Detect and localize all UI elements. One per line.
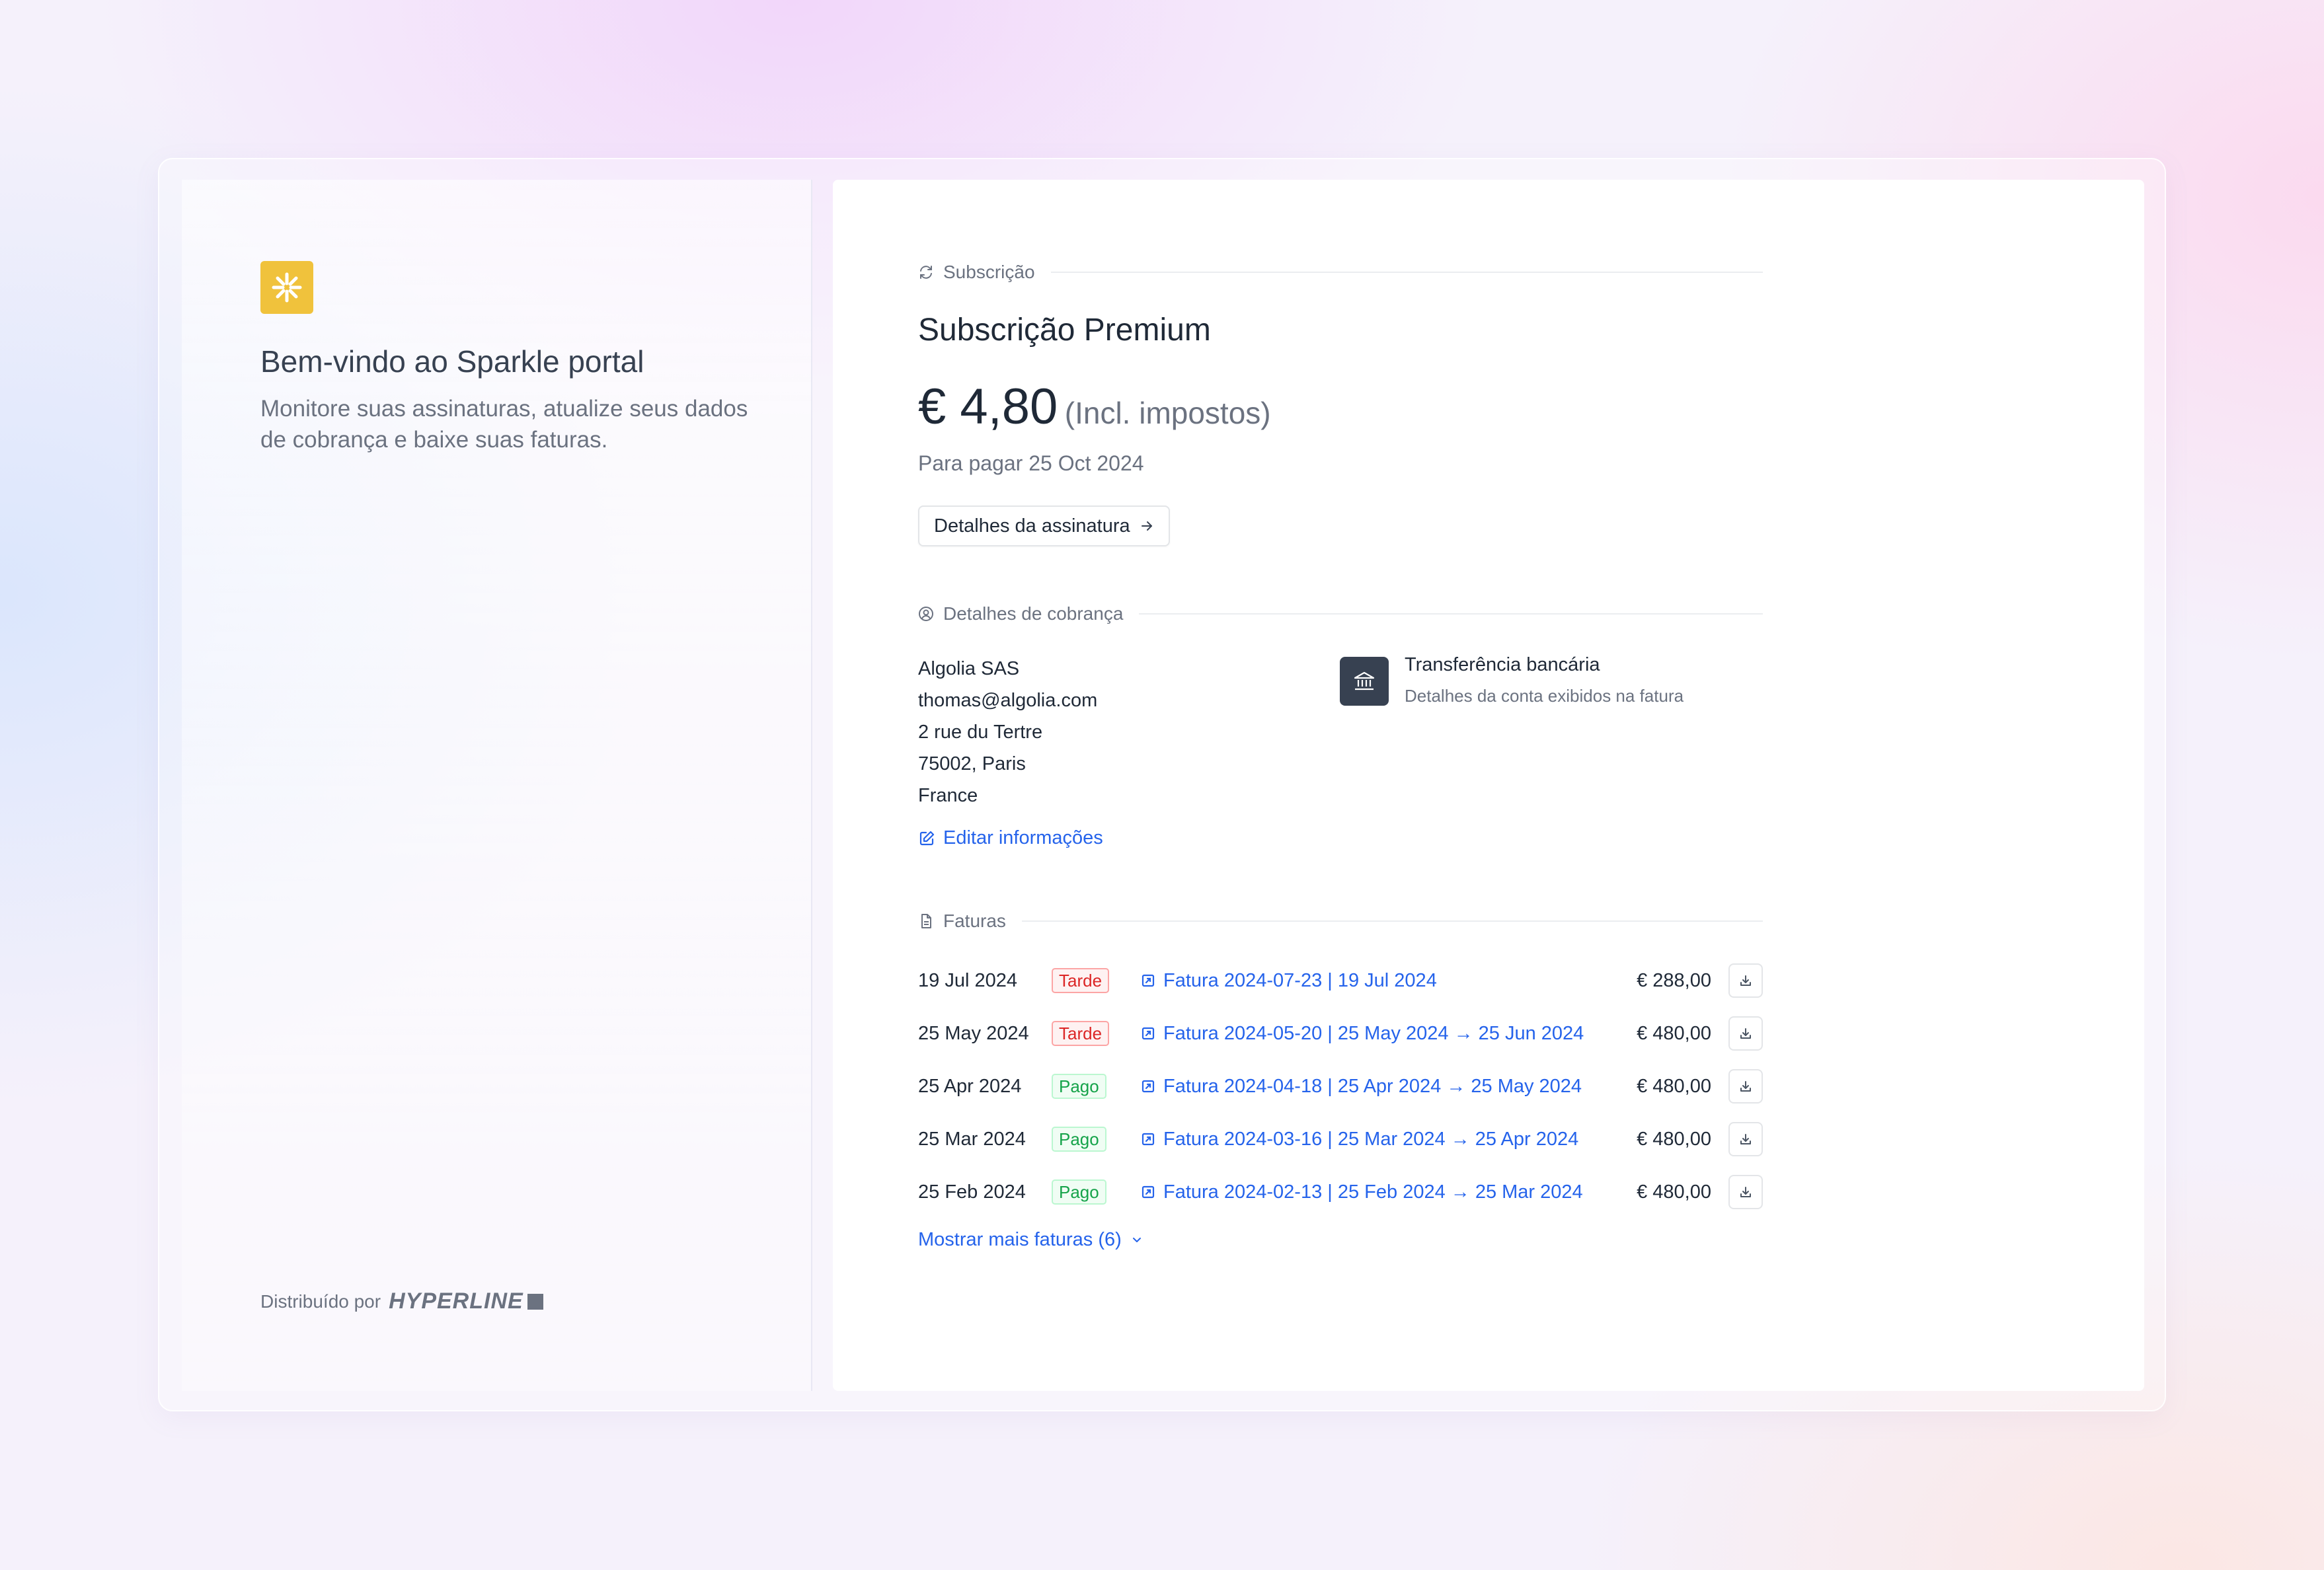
edit-icon <box>919 831 935 845</box>
status-badge: Pago <box>1052 1179 1106 1205</box>
external-link-icon <box>1142 1185 1155 1199</box>
billing-country: France <box>918 785 978 806</box>
status-badge: Tarde <box>1052 1021 1110 1046</box>
invoices-section-header: Faturas <box>918 911 1763 932</box>
payment-method-title: Transferência bancária <box>1405 654 1600 675</box>
status-badge: Pago <box>1052 1074 1106 1099</box>
invoice-amount: € 480,00 <box>1637 1128 1711 1150</box>
invoice-row: 19 Jul 2024 Tarde Fatura 2024-07-23 | 19… <box>918 962 1763 999</box>
external-link-icon <box>1142 974 1155 987</box>
invoice-date: 25 May 2024 <box>918 1022 1029 1044</box>
chevron-down-icon <box>1132 1237 1141 1242</box>
powered-by-label: Distribuído por <box>260 1290 381 1312</box>
download-button[interactable] <box>1728 963 1763 998</box>
invoice-row: 25 Apr 2024 Pago Fatura 2024-04-18 | 25 … <box>918 1068 1763 1105</box>
sparkle-icon <box>272 272 302 303</box>
invoice-row: 25 Mar 2024 Pago Fatura 2024-03-16 | 25 … <box>918 1121 1763 1158</box>
billing-address: Algolia SAS thomas@algolia.com 2 rue du … <box>918 653 1097 811</box>
billing-section-label: Detalhes de cobrança <box>943 603 1124 624</box>
invoice-amount: € 480,00 <box>1637 1075 1711 1097</box>
subscription-section-header: Subscrição <box>918 262 1763 283</box>
section-divider <box>1021 920 1763 922</box>
subscription-price: € 4,80 (Incl. impostos) <box>918 378 1271 435</box>
refresh-icon <box>918 264 934 280</box>
due-date: Para pagar 25 Oct 2024 <box>918 451 1144 475</box>
invoice-row: 25 Feb 2024 Pago Fatura 2024-02-13 | 25 … <box>918 1174 1763 1211</box>
download-icon <box>1740 1081 1751 1092</box>
download-button[interactable] <box>1728 1016 1763 1051</box>
external-link-icon <box>1142 1133 1155 1146</box>
hyperline-logo: HYPERLINE <box>389 1289 543 1314</box>
sparkle-logo <box>260 261 313 314</box>
billing-section-header: Detalhes de cobrança <box>918 603 1763 624</box>
edit-info-link[interactable]: Editar informações <box>918 827 1103 849</box>
status-badge: Tarde <box>1052 968 1110 993</box>
invoice-link[interactable]: Fatura 2024-05-20 | 25 May 2024 → 25 Jun… <box>1141 1023 1584 1045</box>
status-badge: Pago <box>1052 1127 1106 1152</box>
billing-company: Algolia SAS <box>918 658 1020 679</box>
external-link-icon <box>1142 1080 1155 1093</box>
invoice-date: 25 Apr 2024 <box>918 1075 1022 1097</box>
invoice-date: 25 Mar 2024 <box>918 1128 1026 1150</box>
download-icon <box>1740 1134 1751 1144</box>
download-button[interactable] <box>1728 1069 1763 1103</box>
price-amount: € 4,80 <box>918 379 1058 435</box>
invoice-link[interactable]: Fatura 2024-04-18 | 25 Apr 2024 → 25 May… <box>1141 1076 1582 1098</box>
invoice-link-label: Fatura 2024-05-20 | 25 May 2024 → 25 Jun… <box>1163 1022 1584 1044</box>
invoice-link[interactable]: Fatura 2024-07-23 | 19 Jul 2024 <box>1141 970 1437 992</box>
subscription-details-label: Detalhes da assinatura <box>934 515 1130 537</box>
download-icon <box>1740 1028 1751 1039</box>
bank-icon <box>1354 671 1375 691</box>
section-divider <box>1050 272 1763 273</box>
billing-street: 2 rue du Tertre <box>918 722 1043 743</box>
invoices-section-label: Faturas <box>943 911 1006 931</box>
invoice-date: 19 Jul 2024 <box>918 969 1017 991</box>
external-link-icon <box>1142 1027 1155 1040</box>
download-button[interactable] <box>1728 1122 1763 1156</box>
download-icon <box>1740 1187 1751 1197</box>
powered-by[interactable]: Distribuído por HYPERLINE <box>260 1289 543 1314</box>
user-circle-icon <box>918 606 934 622</box>
invoice-link-label: Fatura 2024-02-13 | 25 Feb 2024 → 25 Mar… <box>1163 1181 1583 1203</box>
invoice-amount: € 480,00 <box>1637 1181 1711 1203</box>
download-icon <box>1740 975 1751 986</box>
payment-method-badge <box>1340 657 1389 706</box>
payment-method-note: Detalhes da conta exibidos na fatura <box>1405 686 1684 706</box>
subscription-details-button[interactable]: Detalhes da assinatura <box>918 505 1170 546</box>
billing-email: thomas@algolia.com <box>918 690 1098 711</box>
download-button[interactable] <box>1728 1175 1763 1209</box>
welcome-subtitle: Monitore suas assinaturas, atualize seus… <box>260 396 748 453</box>
section-divider <box>1139 613 1763 615</box>
subscription-title: Subscrição Premium <box>918 313 1211 348</box>
show-more-label: Mostrar mais faturas (6) <box>918 1229 1122 1250</box>
show-more-invoices-link[interactable]: Mostrar mais faturas (6) <box>918 1229 1144 1251</box>
document-icon <box>918 913 934 929</box>
billing-city: 75002, Paris <box>918 753 1026 774</box>
subscription-section-label: Subscrição <box>943 262 1035 282</box>
invoice-link[interactable]: Fatura 2024-02-13 | 25 Feb 2024 → 25 Mar… <box>1141 1181 1583 1203</box>
edit-info-label: Editar informações <box>943 827 1103 848</box>
invoice-link-label: Fatura 2024-04-18 | 25 Apr 2024 → 25 May… <box>1163 1075 1582 1097</box>
hyperline-brand: HYPERLINE <box>389 1289 523 1314</box>
hyperline-square-icon <box>527 1293 543 1310</box>
invoice-date: 25 Feb 2024 <box>918 1181 1026 1203</box>
invoice-link-label: Fatura 2024-03-16 | 25 Mar 2024 → 25 Apr… <box>1163 1128 1579 1150</box>
invoice-row: 25 May 2024 Tarde Fatura 2024-05-20 | 25… <box>918 1015 1763 1052</box>
arrow-right-icon <box>1141 521 1152 531</box>
price-tax-note: (Incl. impostos) <box>1064 396 1271 430</box>
invoice-link[interactable]: Fatura 2024-03-16 | 25 Mar 2024 → 25 Apr… <box>1141 1129 1578 1150</box>
welcome-title: Bem-vindo ao Sparkle portal <box>260 344 644 379</box>
invoice-amount: € 288,00 <box>1637 969 1711 991</box>
invoice-amount: € 480,00 <box>1637 1022 1711 1044</box>
invoice-link-label: Fatura 2024-07-23 | 19 Jul 2024 <box>1163 969 1437 991</box>
